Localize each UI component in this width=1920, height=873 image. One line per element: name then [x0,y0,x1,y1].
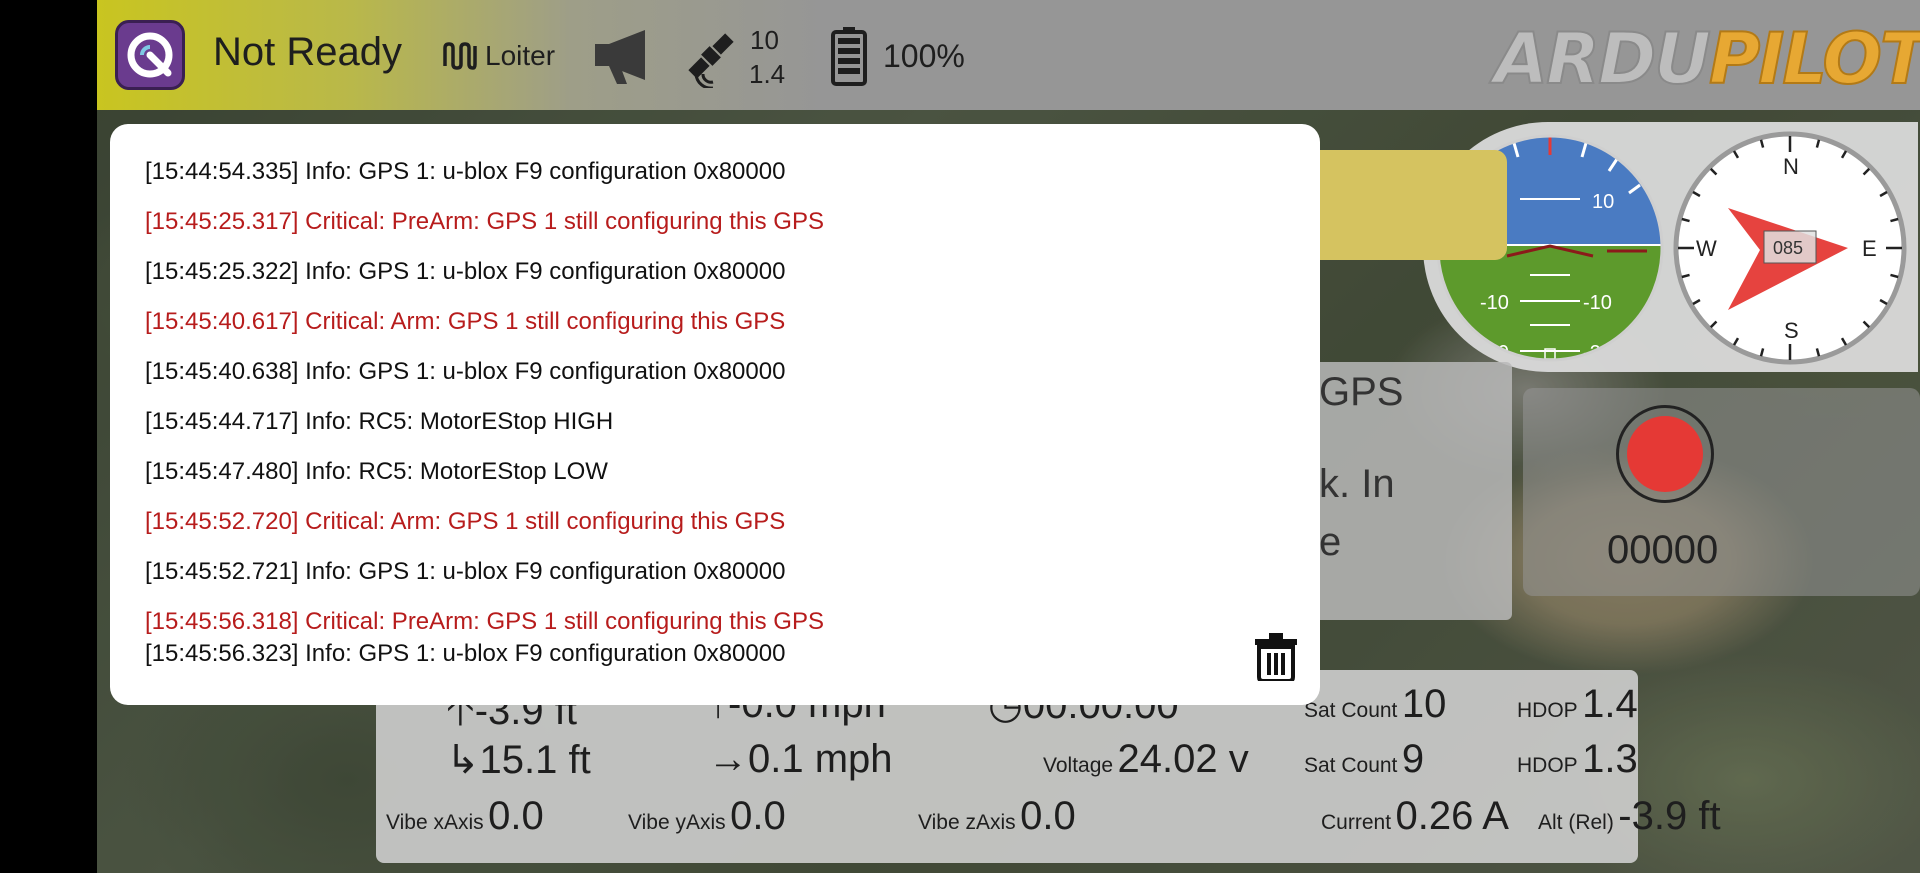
hdop-1: HDOP 1.4 [1517,682,1638,726]
message-line: [15:45:44.717] Info: RC5: MotorEStop HIG… [145,408,614,435]
flight-mode[interactable]: Loiter [485,40,555,72]
top-toolbar: Not Ready Loiter 10 1.4 100% ARDUPILOT [97,0,1920,110]
vibe-z-value: Vibe zAxis 0.0 [918,794,1076,838]
message-line: [15:45:25.322] Info: GPS 1: u-blox F9 co… [145,258,786,285]
qgc-app-icon[interactable] [115,20,185,90]
message-line: [15:45:25.317] Critical: PreArm: GPS 1 s… [145,208,824,235]
flight-mode-icon [442,42,478,75]
sat-count-1: Sat Count 10 [1304,682,1447,726]
messages-popup[interactable]: [15:44:54.335] Info: GPS 1: u-blox F9 co… [110,124,1320,705]
vibe-y-value: Vibe yAxis 0.0 [628,794,786,838]
megaphone-icon[interactable] [589,26,655,91]
gps-count: 10 [750,25,779,55]
record-icon [1627,416,1703,492]
pitch-tick-m10-right: -10 [1583,292,1612,314]
compass: N S E W 085 [1673,131,1907,365]
message-line: [15:45:56.323] Info: GPS 1: u-blox F9 co… [145,640,786,667]
camera-panel [1523,388,1920,596]
message-line: [15:45:40.638] Info: GPS 1: u-blox F9 co… [145,358,786,385]
yellow-banner [1297,150,1507,260]
compass-heading: 085 [1773,238,1803,258]
ground-speed-value: →0.1 mph [708,737,893,781]
sat-count-2: Sat Count 9 [1304,737,1425,781]
battery-icon[interactable] [830,26,868,91]
compass-west: W [1696,236,1717,261]
message-line: [15:45:47.480] Info: RC5: MotorEStop LOW [145,458,608,485]
message-line: [15:44:54.335] Info: GPS 1: u-blox F9 co… [145,158,786,185]
battery-percent: 100% [883,38,965,74]
notice-line-3: e [1319,520,1342,564]
trash-icon [1255,633,1297,683]
vehicle-status[interactable]: Not Ready [213,30,402,75]
ardupilot-logo: ARDUPILOT [1493,17,1920,101]
message-line: [15:45:40.617] Critical: Arm: GPS 1 stil… [145,308,786,335]
message-line: [15:45:52.721] Info: GPS 1: u-blox F9 co… [145,558,786,585]
current-value: Current 0.26 A [1321,794,1509,838]
notice-line-1: GPS [1319,370,1404,414]
distance-value: ↳15.1 ft [446,738,591,782]
record-button[interactable] [1616,405,1714,503]
ground-control-app: Not Ready Loiter 10 1.4 100% ARDUPILOT 1… [97,0,1920,873]
compass-north: N [1783,154,1799,179]
camera-counter: 00000 [1607,528,1719,572]
message-line: [15:45:56.318] Critical: PreArm: GPS 1 s… [145,608,824,635]
voltage-value: Voltage 24.02 v [1043,737,1249,781]
compass-east: E [1862,236,1877,261]
gps-hdop: 1.4 [749,59,786,89]
gps-satellite-icon[interactable] [679,24,743,93]
hdop-2: HDOP 1.3 [1517,737,1638,781]
clear-messages-button[interactable] [1255,633,1297,686]
pitch-tick-m10-left: -10 [1480,292,1509,314]
alt-rel-value: Alt (Rel) -3.9 ft [1538,794,1721,838]
notice-line-2: k. In [1319,462,1395,506]
vibe-x-value: Vibe xAxis 0.0 [386,794,544,838]
message-line: [15:45:52.720] Critical: Arm: GPS 1 stil… [145,508,786,535]
pitch-tick-10-right: 10 [1592,191,1614,213]
compass-south: S [1784,318,1799,343]
